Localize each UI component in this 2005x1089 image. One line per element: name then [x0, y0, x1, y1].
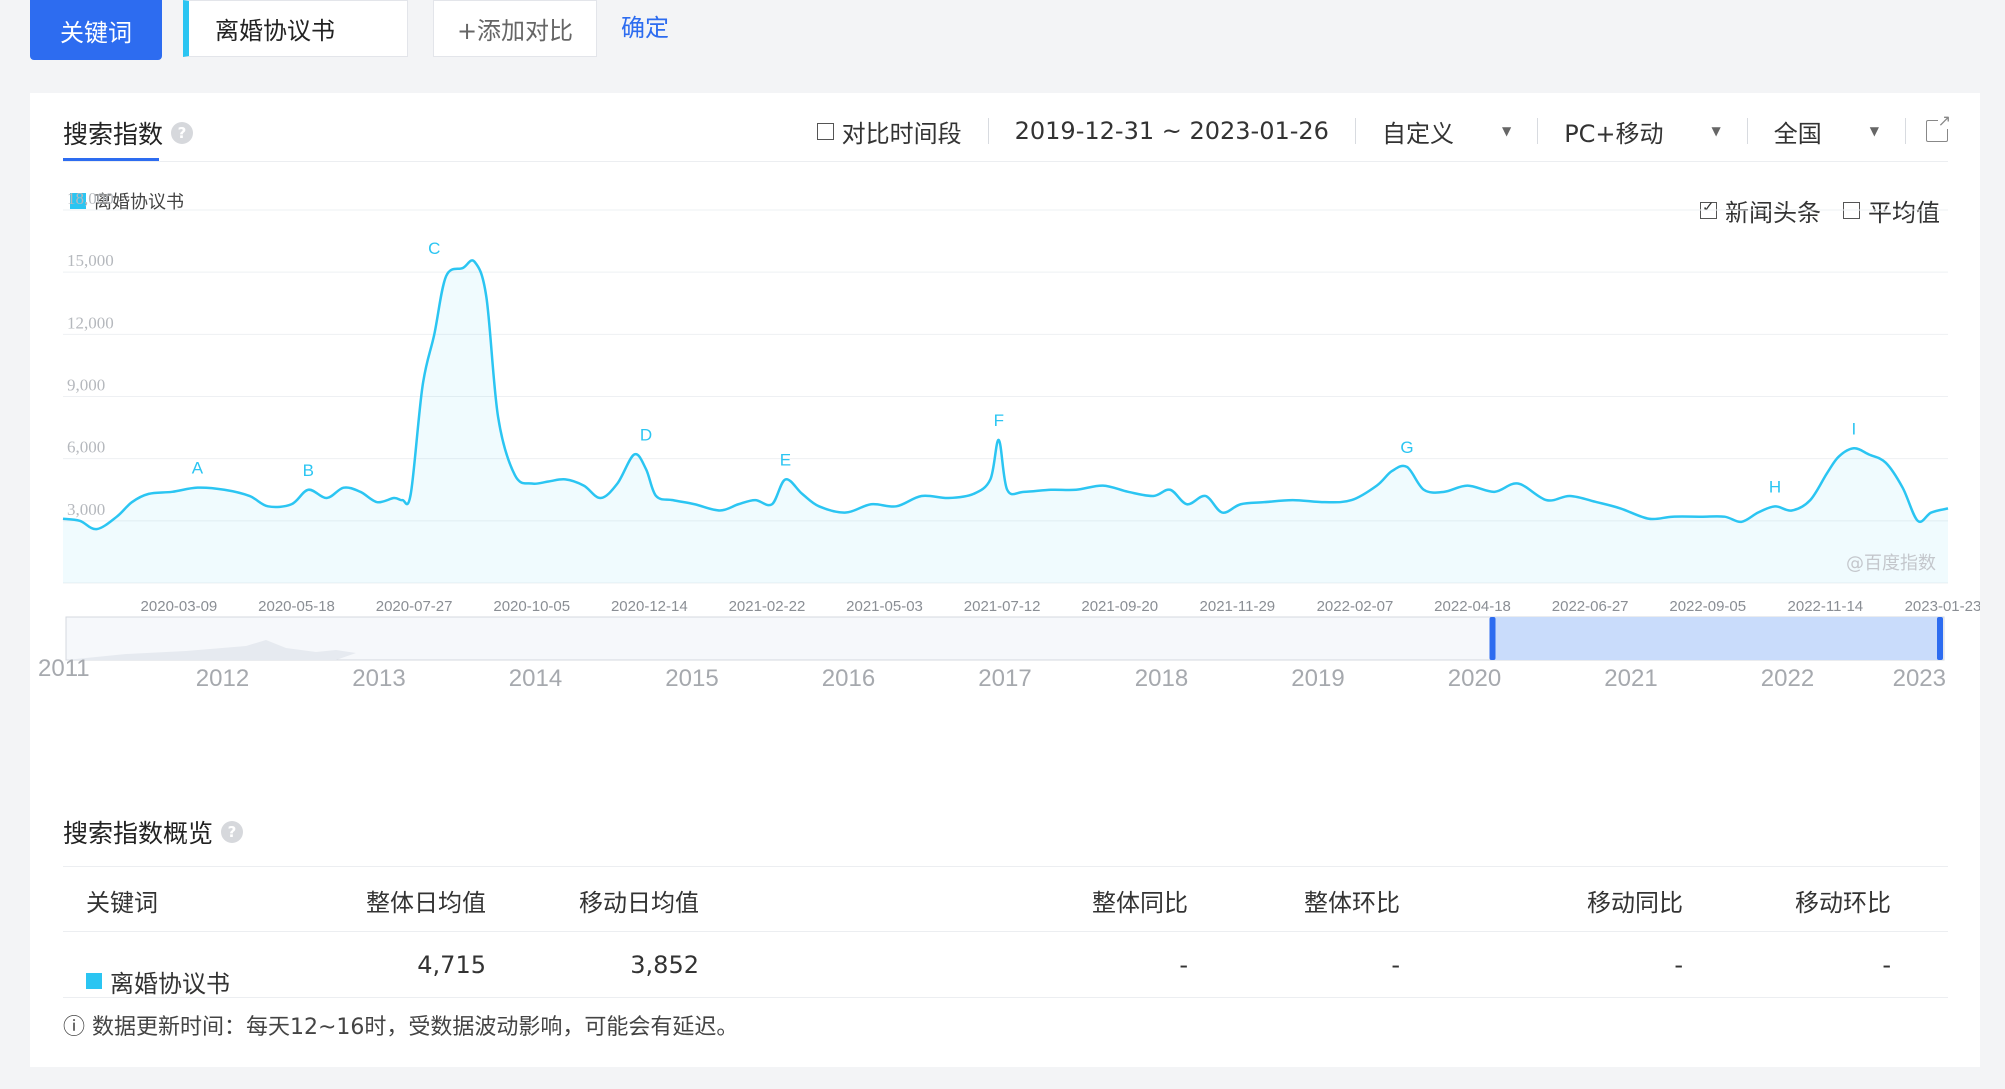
navigator-year-label: 2012: [196, 665, 249, 692]
navigator-year-label: 2016: [822, 665, 875, 692]
row-keyword-label: 离婚协议书: [110, 969, 230, 998]
x-tick-label: 2020-07-27: [376, 598, 453, 615]
navigator-year-label: 2017: [978, 665, 1031, 692]
y-tick-label: 6,000: [67, 438, 105, 457]
annotation-label: I: [1852, 419, 1857, 438]
navigator-year-label: 2023: [1893, 665, 1946, 692]
annotation-label: E: [780, 450, 791, 469]
search-index-chart[interactable]: 3,000 6,000 9,000 12,000 15,000 18,000 A B C D E F G…: [30, 93, 1980, 793]
y-tick-label: 9,000: [67, 376, 105, 395]
navigator-year-label: 2021: [1604, 665, 1657, 692]
x-tick-label: 2022-09-05: [1669, 598, 1746, 615]
header-overall-avg: 整体日均值: [366, 888, 486, 917]
series-area: [63, 260, 1948, 583]
confirm-button[interactable]: 确定: [621, 10, 669, 46]
keyword-tab-button[interactable]: 关键词: [30, 0, 162, 60]
x-tick-label: 2021-02-22: [729, 598, 806, 615]
keyword-input[interactable]: 离婚协议书: [183, 0, 408, 57]
row-mobile-yoy: -: [1674, 951, 1683, 979]
annotation-label: A: [192, 459, 204, 478]
row-overall-avg: 4,715: [417, 951, 486, 979]
row-keyword: 离婚协议书: [86, 948, 230, 1014]
annotation-label: C: [428, 239, 440, 258]
overview-title-text: 搜索指数概览: [63, 819, 214, 848]
x-tick-label: 2022-06-27: [1552, 598, 1629, 615]
navigator-selection: [1492, 617, 1940, 660]
annotation-label: B: [303, 461, 314, 480]
navigator-year-label: 2020: [1448, 665, 1501, 692]
y-tick-label: 18,000: [67, 189, 114, 208]
update-note: ⓘ 数据更新时间：每天12~16时，受数据波动影响，可能会有延迟。: [63, 1015, 739, 1040]
x-tick-label: 2020-03-09: [141, 598, 218, 615]
overview-title: 搜索指数概览 ?: [63, 814, 244, 850]
x-tick-label: 2021-09-20: [1081, 598, 1158, 615]
x-tick-label: 2020-05-18: [258, 598, 335, 615]
row-mobile-mom: -: [1882, 951, 1891, 979]
row-mobile-avg: 3,852: [630, 951, 699, 979]
x-tick-label: 2021-11-29: [1200, 598, 1276, 615]
header-overall-yoy: 整体同比: [1092, 888, 1188, 917]
row-overall-mom: -: [1391, 951, 1400, 979]
navigator-year-label: 2015: [665, 665, 718, 692]
row-overall-yoy: -: [1179, 951, 1188, 979]
y-tick-label: 15,000: [67, 251, 114, 270]
x-tick-label: 2022-04-18: [1434, 598, 1511, 615]
table-row: 离婚协议书 4,715 3,852 - - - -: [63, 932, 1948, 998]
navigator-year-label: 2013: [352, 665, 405, 692]
navigator-year-label: 2019: [1291, 665, 1344, 692]
x-tick-label: 2020-12-14: [611, 598, 688, 615]
header-mobile-avg: 移动日均值: [579, 888, 699, 917]
keyword-value: 离婚协议书: [215, 17, 335, 45]
x-tick-label: 2020-10-05: [493, 598, 570, 615]
search-index-card: 搜索指数 ? 对比时间段 2019-12-31 ~ 2023-01-26 自定义…: [30, 93, 1980, 1067]
annotation-label: F: [994, 411, 1004, 430]
keyword-swatch: [86, 973, 102, 989]
header-overall-mom: 整体环比: [1304, 888, 1400, 917]
x-tick-label: 2021-07-12: [964, 598, 1041, 615]
header-mobile-mom: 移动环比: [1795, 888, 1891, 917]
navigator-year-label: 2014: [509, 665, 562, 692]
watermark: @百度指数: [1846, 553, 1936, 574]
y-tick-label: 3,000: [67, 500, 105, 519]
annotation-label: G: [1400, 438, 1413, 457]
header-mobile-yoy: 移动同比: [1587, 888, 1683, 917]
annotation-label: D: [640, 426, 652, 445]
navigator-handle-left[interactable]: [1489, 617, 1496, 660]
navigator-handle-right[interactable]: [1937, 617, 1943, 660]
header-keyword: 关键词: [86, 888, 158, 917]
x-tick-label: 2022-11-14: [1788, 598, 1864, 615]
y-tick-label: 12,000: [67, 313, 114, 332]
annotation-label: H: [1769, 477, 1781, 496]
x-tick-label: 2021-05-03: [846, 598, 923, 615]
navigator-year-label: 2018: [1135, 665, 1188, 692]
table-header-row: 关键词 整体日均值 移动日均值 整体同比 整体环比 移动同比 移动环比: [63, 866, 1948, 932]
overview-table: 关键词 整体日均值 移动日均值 整体同比 整体环比 移动同比 移动环比 离婚协议…: [63, 866, 1948, 998]
navigator-year-label: 2011: [38, 655, 90, 682]
x-tick-label: 2022-02-07: [1317, 598, 1394, 615]
x-tick-label: 2023-01-23: [1905, 598, 1980, 615]
navigator-year-label: 2022: [1761, 665, 1814, 692]
add-compare-button[interactable]: +添加对比: [433, 0, 597, 57]
help-icon[interactable]: ?: [221, 821, 244, 843]
